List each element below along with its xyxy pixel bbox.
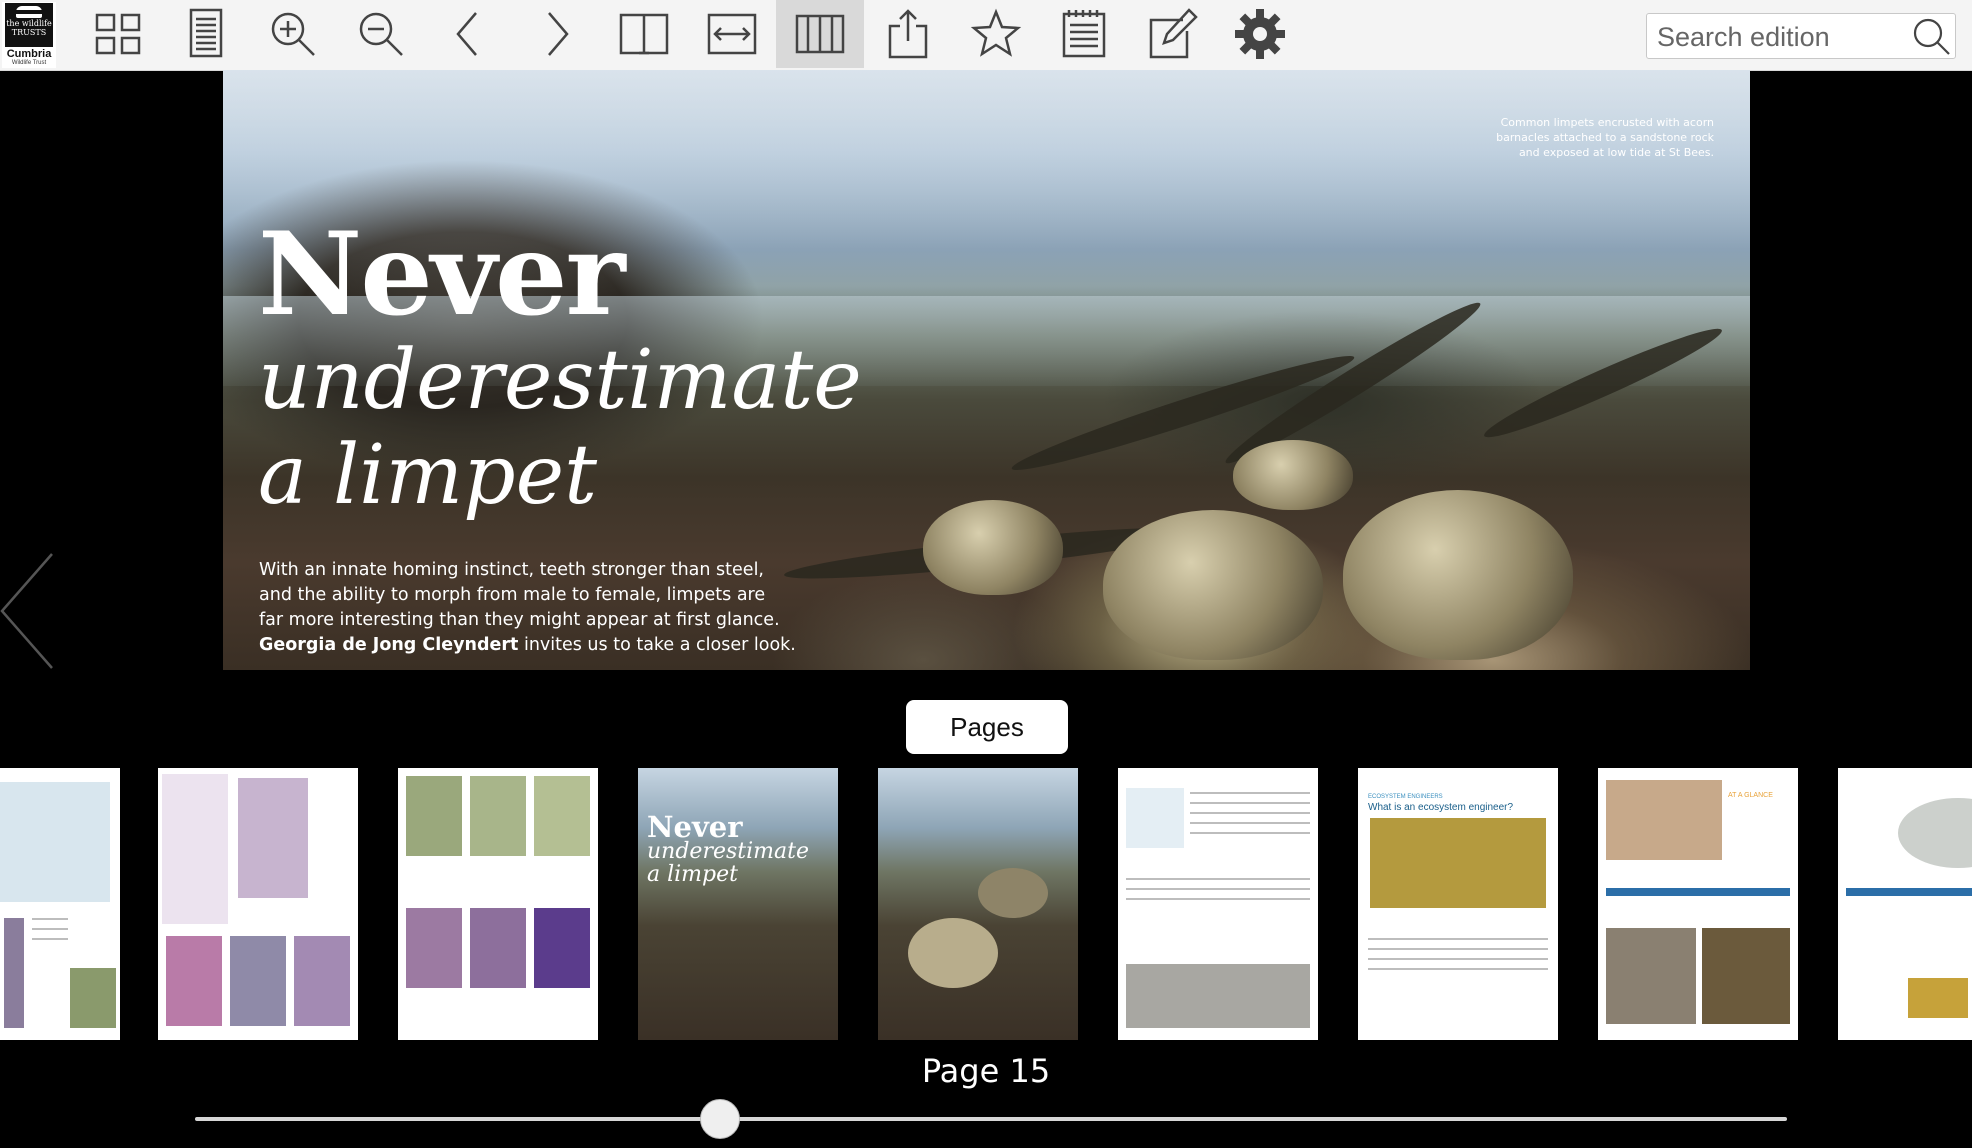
- page-thumbnail[interactable]: [878, 768, 1078, 1040]
- logo-sub: Wildlife Trust: [11, 60, 47, 66]
- notepad-icon: [1062, 10, 1106, 58]
- magazine-page[interactable]: Common limpets encrusted with acorn barn…: [223, 70, 1750, 670]
- page-thumbnail[interactable]: [398, 768, 598, 1040]
- page-slider-track[interactable]: [195, 1117, 1787, 1121]
- single-page-button[interactable]: [162, 0, 250, 68]
- share-icon: [888, 9, 928, 59]
- photo-caption: Common limpets encrusted with acorn barn…: [1496, 116, 1714, 159]
- zoom-in-button[interactable]: [249, 0, 337, 68]
- current-page-label: Page 15: [921, 1052, 1051, 1090]
- chevron-left-icon: [0, 553, 53, 669]
- thumbnails-grid-icon: [95, 13, 141, 55]
- limpet-shell: [1343, 490, 1573, 660]
- zoom-out-button[interactable]: [337, 0, 425, 68]
- star-icon: [970, 8, 1022, 57]
- next-page-button[interactable]: [512, 0, 600, 68]
- thumbnails-grid-button[interactable]: [74, 0, 162, 68]
- edit-pencil-icon: [1149, 8, 1198, 59]
- page-thumbnail[interactable]: AT A GLANCE: [1598, 768, 1798, 1040]
- gear-icon: [1235, 9, 1285, 59]
- search-icon: [1913, 18, 1950, 55]
- page-slider-thumb[interactable]: [700, 1099, 741, 1139]
- annotate-button[interactable]: [1128, 0, 1216, 68]
- page-strip-icon: [795, 14, 845, 54]
- open-book-icon: [619, 13, 669, 55]
- previous-page-button[interactable]: [425, 0, 513, 68]
- notes-button[interactable]: [1040, 0, 1128, 68]
- search-input[interactable]: [1655, 18, 1899, 56]
- headline-never: Never: [258, 207, 626, 341]
- page-thumbnail[interactable]: [158, 768, 358, 1040]
- page-thumbnail[interactable]: ECOSYSTEM ENGINEERS What is an ecosystem…: [1358, 768, 1558, 1040]
- wildlife-trust-logo[interactable]: the wildlife TRUSTS Cumbria Wildlife Tru…: [2, 2, 56, 68]
- limpet-shell: [1103, 510, 1323, 660]
- previous-page-arrow[interactable]: [0, 552, 60, 670]
- fit-width-icon: [707, 13, 757, 55]
- headline-underestimate: underestimate: [258, 333, 862, 428]
- share-button[interactable]: [864, 0, 952, 68]
- zoom-in-icon: [271, 12, 315, 56]
- byline-name: Georgia de Jong Cleyndert: [259, 635, 519, 655]
- search-button[interactable]: [1909, 16, 1953, 56]
- chevron-left-icon: [456, 12, 477, 56]
- single-page-icon: [189, 8, 223, 58]
- fit-width-button[interactable]: [688, 0, 776, 68]
- badger-logo-mark: the wildlife TRUSTS: [5, 3, 53, 47]
- page-thumbnail[interactable]: [0, 768, 120, 1040]
- page-thumbnail[interactable]: [1118, 768, 1318, 1040]
- chevron-right-icon: [548, 12, 569, 56]
- bookmark-button[interactable]: [952, 0, 1040, 68]
- page-thumbnail[interactable]: [1838, 768, 1972, 1040]
- headline-a-limpet: a limpet: [258, 428, 598, 523]
- search-box: [1646, 13, 1956, 59]
- standfirst: With an innate homing instinct, teeth st…: [259, 560, 796, 655]
- limpet-shell: [923, 500, 1063, 595]
- page-strip-button[interactable]: [776, 0, 864, 68]
- two-page-spread-button[interactable]: [600, 0, 688, 68]
- zoom-out-icon: [359, 12, 403, 56]
- logo-name: Cumbria: [6, 48, 52, 60]
- page-thumbnail-current[interactable]: Never underestimate a limpet: [638, 768, 838, 1040]
- pages-button[interactable]: Pages: [906, 700, 1068, 754]
- settings-button[interactable]: [1216, 0, 1304, 68]
- limpet-shell: [1233, 440, 1353, 510]
- toolbar: the wildlife TRUSTS Cumbria Wildlife Tru…: [0, 0, 1972, 71]
